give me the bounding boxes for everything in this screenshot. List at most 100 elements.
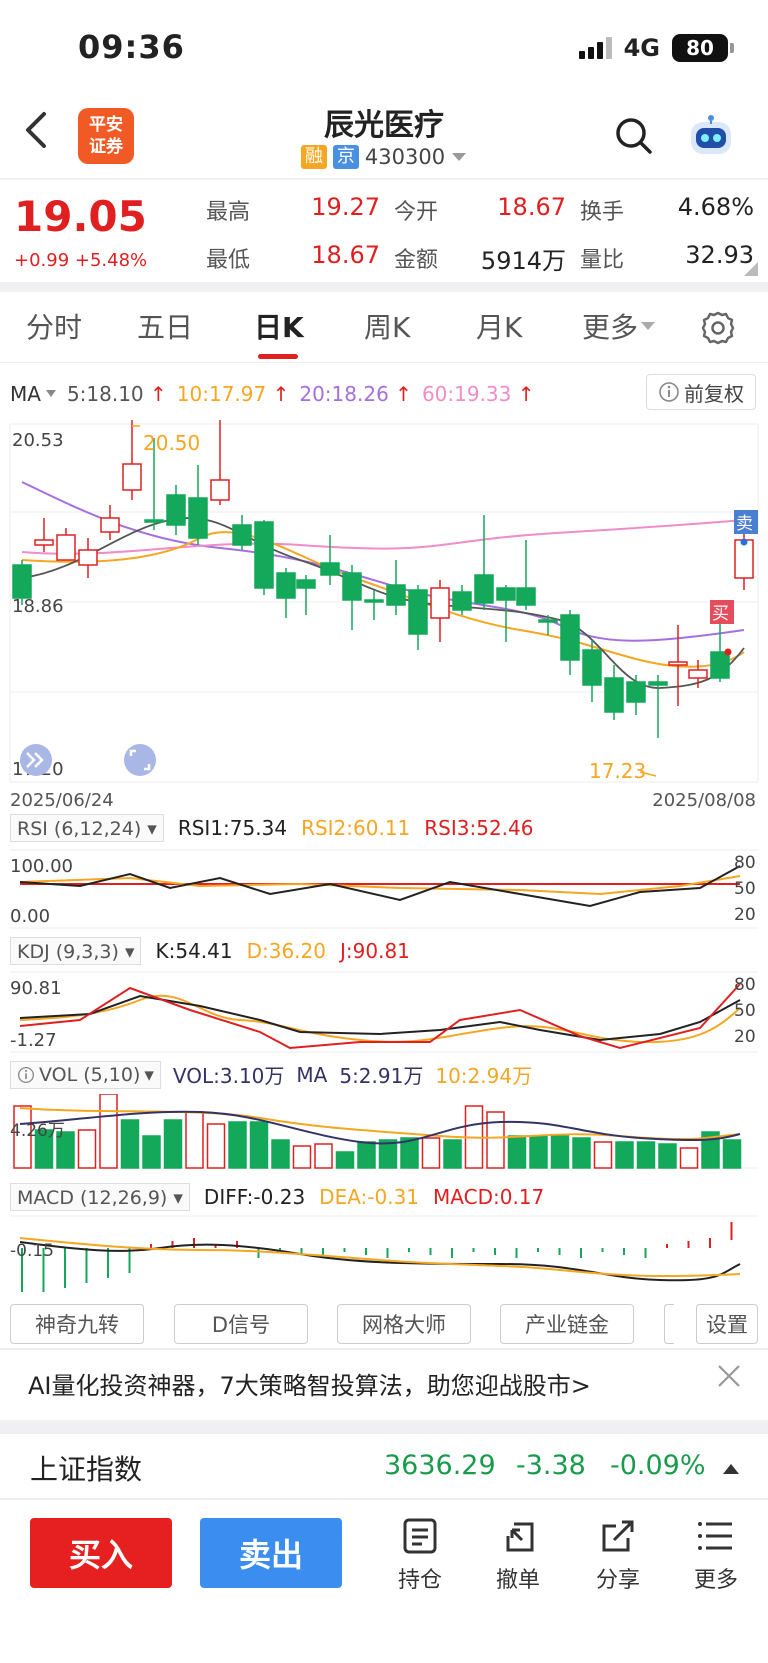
volume-bar xyxy=(249,1121,269,1169)
macd-y-label: -0.15 xyxy=(10,1241,54,1261)
ma10-value: 10:17.97 ↑ xyxy=(176,382,290,406)
ai-assistant-button[interactable] xyxy=(686,112,736,160)
volume-bar xyxy=(529,1135,548,1169)
more-button[interactable]: 更多 xyxy=(676,1516,756,1594)
scroll-left-button[interactable] xyxy=(20,744,52,776)
kdj-chart[interactable]: 90.81 -1.27 80 50 20 xyxy=(0,970,768,1054)
volume-chart[interactable]: 4.26万 xyxy=(0,1094,768,1170)
more-icon xyxy=(698,1522,732,1550)
vol-selector[interactable]: VOL (5,10) ▾ xyxy=(10,1060,161,1089)
close-banner-button[interactable] xyxy=(716,1358,742,1398)
tab-monthly-k[interactable]: 月K xyxy=(476,306,522,346)
macd-legend: MACD (12,26,9) ▾ DIFF:-0.23 DEA:-0.31 MA… xyxy=(10,1183,544,1211)
macd-bars xyxy=(21,1222,733,1292)
kdj-k-line xyxy=(19,994,741,1042)
holdings-button[interactable]: 持仓 xyxy=(380,1516,460,1594)
candle-body xyxy=(604,677,624,713)
tool-settings-button[interactable]: 设置 xyxy=(696,1304,758,1344)
expand-corner-icon[interactable] xyxy=(744,262,758,276)
active-tab-indicator xyxy=(258,354,298,359)
candle-body xyxy=(626,681,646,703)
ma-lines xyxy=(21,481,745,689)
volume-bar xyxy=(507,1135,527,1169)
sell-signal-label: 卖 xyxy=(736,514,753,534)
y-axis-top-label: 20.53 xyxy=(12,430,64,451)
kdj-level-50: 50 xyxy=(734,1001,756,1021)
stat-label-turnover: 换手 xyxy=(580,200,625,225)
candle-body xyxy=(496,587,516,601)
macd-value: MACD:0.17 xyxy=(433,1185,545,1209)
ai-promo-banner[interactable]: AI量化投资神器，7大策略智投算法，助您迎战股市> xyxy=(0,1346,768,1420)
ma-selector[interactable]: MA xyxy=(10,382,57,406)
candle-body xyxy=(516,587,536,606)
tab-five-day[interactable]: 五日 xyxy=(137,306,193,346)
share-button[interactable]: 分享 xyxy=(578,1516,658,1594)
stat-label-open: 今开 xyxy=(394,200,439,225)
candle-body xyxy=(100,517,120,533)
tool-industry-chain-button[interactable]: 产业链金 xyxy=(500,1304,634,1344)
tool-partial-button[interactable] xyxy=(664,1304,674,1344)
kdj-level-80: 80 xyxy=(734,975,756,995)
stat-label-high: 最高 xyxy=(206,200,251,225)
volume-bar xyxy=(99,1094,118,1169)
chart-settings-button[interactable] xyxy=(700,310,736,346)
tab-daily-k[interactable]: 日K xyxy=(254,306,304,346)
rsi-y-top: 100.00 xyxy=(10,856,73,877)
rsi-level-20: 20 xyxy=(734,905,756,925)
caret-down-icon xyxy=(452,153,467,161)
volume-bar xyxy=(314,1143,333,1169)
vol-legend: VOL (5,10) ▾ VOL:3.10万 MA 5:2.91万 10:2.9… xyxy=(10,1060,532,1089)
search-icon xyxy=(616,118,652,154)
macd-dea-line xyxy=(19,1237,741,1278)
volume-bar xyxy=(77,1129,97,1169)
macd-diff-value: DIFF:-0.23 xyxy=(203,1185,306,1209)
candle-body xyxy=(452,591,472,611)
volume-bar xyxy=(421,1137,441,1169)
margin-tag: 融 xyxy=(300,145,327,169)
stat-value-high: 19.27 xyxy=(311,193,380,221)
search-button[interactable] xyxy=(614,116,654,156)
tool-d-signal-button[interactable]: D信号 xyxy=(174,1304,308,1344)
volume-bar xyxy=(636,1141,656,1169)
stat-label-volume-ratio: 量比 xyxy=(580,248,625,273)
sell-button[interactable]: 卖出 xyxy=(200,1518,342,1588)
rsi-legend: RSI (6,12,24) ▾ RSI1:75.34 RSI2:60.11 RS… xyxy=(10,814,534,842)
kline-grid xyxy=(9,423,759,783)
price-adjust-button[interactable]: 前复权 xyxy=(646,374,756,410)
macd-chart[interactable]: -0.15 xyxy=(0,1214,768,1292)
volume-bar xyxy=(271,1139,290,1169)
low-price-label: 17.23 xyxy=(589,759,646,783)
buy-button[interactable]: 买入 xyxy=(30,1518,172,1588)
kdj-j-value: J:90.81 xyxy=(340,939,410,963)
macd-selector[interactable]: MACD (12,26,9) ▾ xyxy=(10,1183,190,1211)
rsi-selector[interactable]: RSI (6,12,24) ▾ xyxy=(10,814,164,842)
fullscreen-button[interactable] xyxy=(124,744,156,776)
candle-body xyxy=(364,599,384,603)
close-icon xyxy=(718,1365,740,1387)
market-index-row[interactable]: 上证指数 3636.29 -3.38 -0.09% xyxy=(0,1440,768,1500)
tab-intraday[interactable]: 分时 xyxy=(26,306,82,346)
kdj-d-line xyxy=(19,994,741,1044)
ma-label: MA xyxy=(10,382,41,406)
rsi2-value: RSI2:60.11 xyxy=(301,816,411,840)
candle-body xyxy=(386,584,406,606)
volume-bar xyxy=(443,1139,462,1169)
tab-weekly-k[interactable]: 周K xyxy=(364,306,410,346)
tool-magic-nine-button[interactable]: 神奇九转 xyxy=(10,1304,144,1344)
stat-value-volume-ratio: 32.93 xyxy=(685,241,754,269)
candle-body xyxy=(408,589,428,635)
index-percent: -0.09% xyxy=(610,1450,706,1481)
candle-body xyxy=(12,564,32,599)
rsi-level-50: 50 xyxy=(734,879,756,899)
candle-body xyxy=(538,619,558,623)
y-axis-mid-label: 18.86 xyxy=(12,596,64,617)
info-icon xyxy=(659,382,679,402)
volume-bar xyxy=(572,1137,591,1169)
candle-body xyxy=(34,539,54,546)
tab-more[interactable]: 更多 xyxy=(582,306,656,346)
cancel-order-button[interactable]: 撤单 xyxy=(478,1516,558,1594)
rsi-chart[interactable]: 100.00 0.00 80 50 20 xyxy=(0,848,768,930)
kdj-selector[interactable]: KDJ (9,3,3) ▾ xyxy=(10,937,142,965)
kline-chart[interactable]: 20.53 18.86 17.20 20.50 17.23 卖 买 xyxy=(0,420,768,804)
tool-grid-master-button[interactable]: 网格大师 xyxy=(337,1304,471,1344)
